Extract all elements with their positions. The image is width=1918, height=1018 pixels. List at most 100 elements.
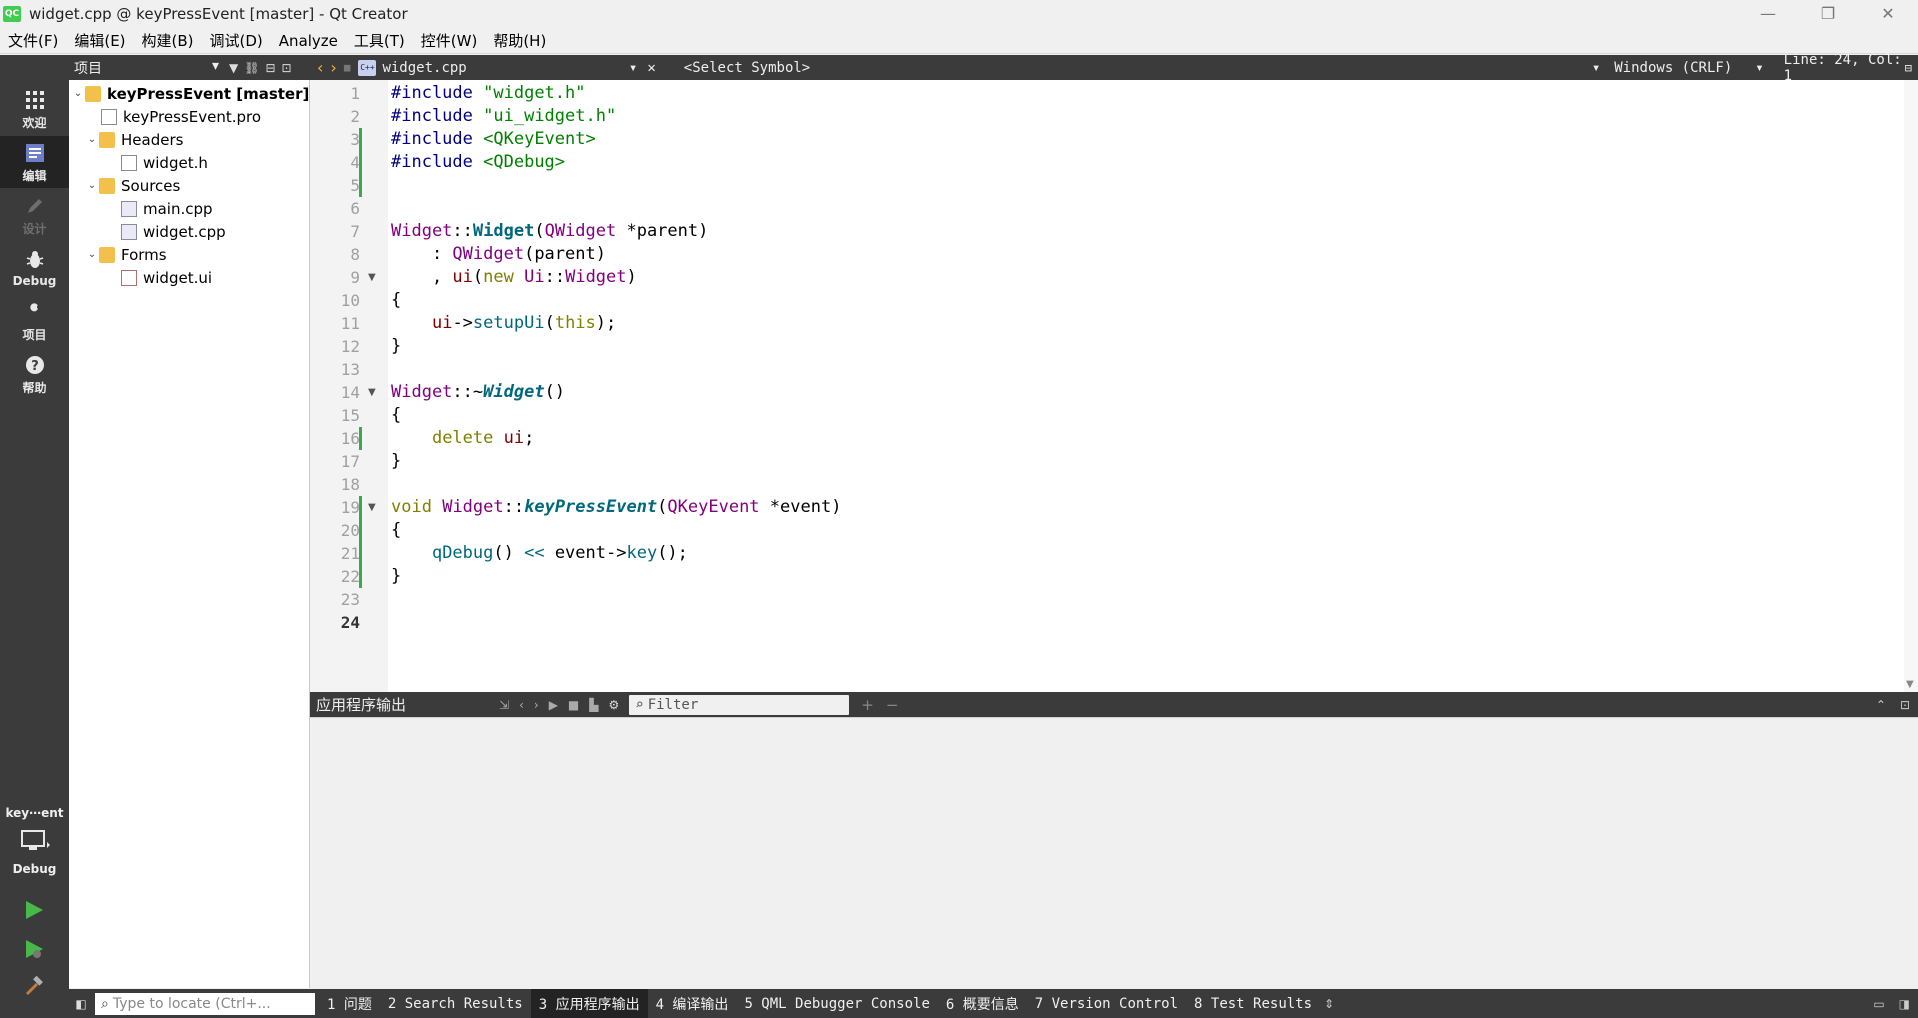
application-output-area[interactable] (310, 717, 1918, 989)
progress-details-icon[interactable]: ▭ (1873, 997, 1884, 1011)
line-number[interactable]: 1 (310, 82, 360, 105)
stop-icon[interactable]: ■ (568, 698, 579, 712)
chevron-down-icon[interactable]: ⌄ (85, 180, 99, 191)
fold-marker-icon[interactable]: ▼ (368, 381, 376, 404)
code-line[interactable]: ui->setupUi(this); (391, 312, 616, 335)
mode-edit[interactable]: 编辑 (0, 136, 69, 188)
more-tabs-icon[interactable]: ⇕ (1324, 997, 1334, 1011)
split-icon[interactable]: ⊟ (265, 61, 275, 75)
line-number[interactable]: 7 (310, 220, 360, 243)
code-line[interactable]: #include "widget.h" (391, 82, 586, 105)
code-line[interactable]: Widget::Widget(QWidget *parent) (391, 220, 708, 243)
debug-attach-icon[interactable]: ▙ (589, 698, 598, 712)
menu-debug[interactable]: 调试(D) (202, 30, 271, 51)
menu-widgets[interactable]: 控件(W) (413, 30, 486, 51)
line-number[interactable]: 2 (310, 105, 360, 128)
minimize-button[interactable]: — (1738, 0, 1798, 27)
split-editor-icon[interactable]: ⊟ (1905, 61, 1912, 75)
next-icon[interactable]: › (534, 698, 539, 712)
rerun-icon[interactable]: ▶ (549, 698, 558, 712)
zoom-out-icon[interactable]: − (886, 696, 899, 714)
line-number[interactable]: 19 (310, 496, 360, 519)
menu-analyze[interactable]: Analyze (271, 32, 346, 50)
tab-issues[interactable]: 1 问题 (319, 989, 380, 1018)
code-line[interactable]: } (391, 335, 401, 358)
tree-item-pro-file[interactable]: keyPressEvent.pro (101, 105, 261, 128)
tab-compile-output[interactable]: 4 编译输出 (648, 989, 737, 1018)
tree-item-widget-ui[interactable]: widget.ui (121, 266, 212, 289)
code-line[interactable]: Widget::~Widget() (391, 381, 565, 404)
line-number[interactable]: 22 (310, 565, 360, 588)
line-number[interactable]: 13 (310, 358, 360, 381)
tree-item-headers[interactable]: ⌄ Headers (85, 128, 184, 151)
locator-input[interactable]: ⌕ Type to locate (Ctrl+... (95, 992, 315, 1015)
line-number[interactable]: 6 (310, 197, 360, 220)
close-button[interactable]: ✕ (1858, 0, 1918, 27)
code-line[interactable]: #include "ui_widget.h" (391, 105, 616, 128)
menu-tools[interactable]: 工具(T) (346, 30, 413, 51)
attach-icon[interactable]: ⇲ (499, 698, 509, 712)
tab-search-results[interactable]: 2 Search Results (380, 989, 531, 1018)
line-number[interactable]: 5 (310, 174, 360, 197)
code-line[interactable]: } (391, 450, 401, 473)
mode-debug[interactable]: Debug (0, 242, 69, 294)
tree-item-forms[interactable]: ⌄ Forms (85, 243, 167, 266)
code-line[interactable]: , ui(new Ui::Widget) (391, 266, 637, 289)
tree-item-main-cpp[interactable]: main.cpp (121, 197, 213, 220)
line-ending-combo[interactable]: Windows (CRLF) ▾ (1614, 60, 1763, 76)
tree-item-widget-h[interactable]: widget.h (121, 151, 208, 174)
scroll-down-icon[interactable]: ▼ (1906, 679, 1914, 690)
restore-button[interactable]: ❐ (1798, 0, 1858, 27)
vertical-scrollbar[interactable]: ▼ (1904, 80, 1918, 692)
forward-arrow-icon[interactable]: › (330, 58, 336, 77)
line-number[interactable]: 18 (310, 473, 360, 496)
menu-help[interactable]: 帮助(H) (485, 30, 554, 51)
chevron-down-icon[interactable]: ⌄ (71, 88, 85, 99)
tree-item-sources[interactable]: ⌄ Sources (85, 174, 181, 197)
fold-marker-icon[interactable]: ▼ (368, 496, 376, 519)
fold-marker-icon[interactable]: ▼ (368, 266, 376, 289)
code-line[interactable]: delete ui; (391, 427, 534, 450)
menu-file[interactable]: 文件(F) (0, 30, 66, 51)
gear-icon[interactable]: ⚙ (609, 698, 620, 712)
line-number[interactable]: 3 (310, 128, 360, 151)
build-button[interactable] (18, 973, 50, 1003)
line-number-gutter[interactable]: 1 2 3 4 5 6 7 8 9 ▼ 10 11 12 13 14 ▼ 15 16 17 18 19 ▼ 20 21 22 23… (310, 80, 388, 692)
run-button[interactable] (18, 897, 50, 927)
mode-help[interactable]: ? 帮助 (0, 348, 69, 400)
tab-version-control[interactable]: 7 Version Control (1027, 989, 1186, 1018)
symbol-combo[interactable]: <Select Symbol> ▾ (684, 60, 1600, 76)
close-document-icon[interactable]: ✕ (647, 60, 655, 76)
maximize-pane-icon[interactable]: ⊡ (1900, 698, 1910, 712)
line-number[interactable]: 4 (310, 151, 360, 174)
line-number[interactable]: 11 (310, 312, 360, 335)
code-line[interactable]: #include <QDebug> (391, 151, 565, 174)
tab-qml-debugger-console[interactable]: 5 QML Debugger Console (736, 989, 937, 1018)
code-line[interactable]: { (391, 289, 401, 312)
open-file-combo[interactable]: C++ widget.cpp ▾ (358, 59, 637, 76)
line-number[interactable]: 20 (310, 519, 360, 542)
menu-edit[interactable]: 编辑(E) (66, 30, 133, 51)
collapse-up-icon[interactable]: ⌃ (1876, 698, 1886, 712)
code-line[interactable]: { (391, 519, 401, 542)
chevron-down-icon[interactable]: ⌄ (85, 249, 99, 260)
code-editor[interactable]: 1 2 3 4 5 6 7 8 9 ▼ 10 11 12 13 14 ▼ 15 16 17 18 19 ▼ 20 21 22 23… (310, 80, 1918, 692)
monitor-icon[interactable] (21, 830, 50, 852)
tab-general-messages[interactable]: 6 概要信息 (938, 989, 1027, 1018)
toggle-sidebar-icon[interactable]: ◧ (69, 997, 93, 1011)
menu-build[interactable]: 构建(B) (134, 30, 202, 51)
line-number[interactable]: 23 (310, 588, 360, 611)
tab-test-results[interactable]: 8 Test Results (1186, 989, 1320, 1018)
toggle-right-sidebar-icon[interactable]: ◨ (1899, 997, 1910, 1011)
tree-item-project[interactable]: ⌄ keyPressEvent [master] (71, 82, 310, 105)
line-number[interactable]: 21 (310, 542, 360, 565)
debug-run-button[interactable] (18, 936, 50, 966)
close-panel-icon[interactable]: ⊡ (282, 61, 292, 75)
kit-name[interactable]: key⋯ent (0, 806, 69, 820)
back-arrow-icon[interactable]: ‹ (317, 58, 323, 77)
view-selector-combo[interactable]: 项目 ▾ (74, 58, 219, 78)
tree-item-widget-cpp[interactable]: widget.cpp (121, 220, 226, 243)
line-number[interactable]: 17 (310, 450, 360, 473)
zoom-in-icon[interactable]: + (861, 696, 874, 714)
line-number[interactable]: 10 (310, 289, 360, 312)
